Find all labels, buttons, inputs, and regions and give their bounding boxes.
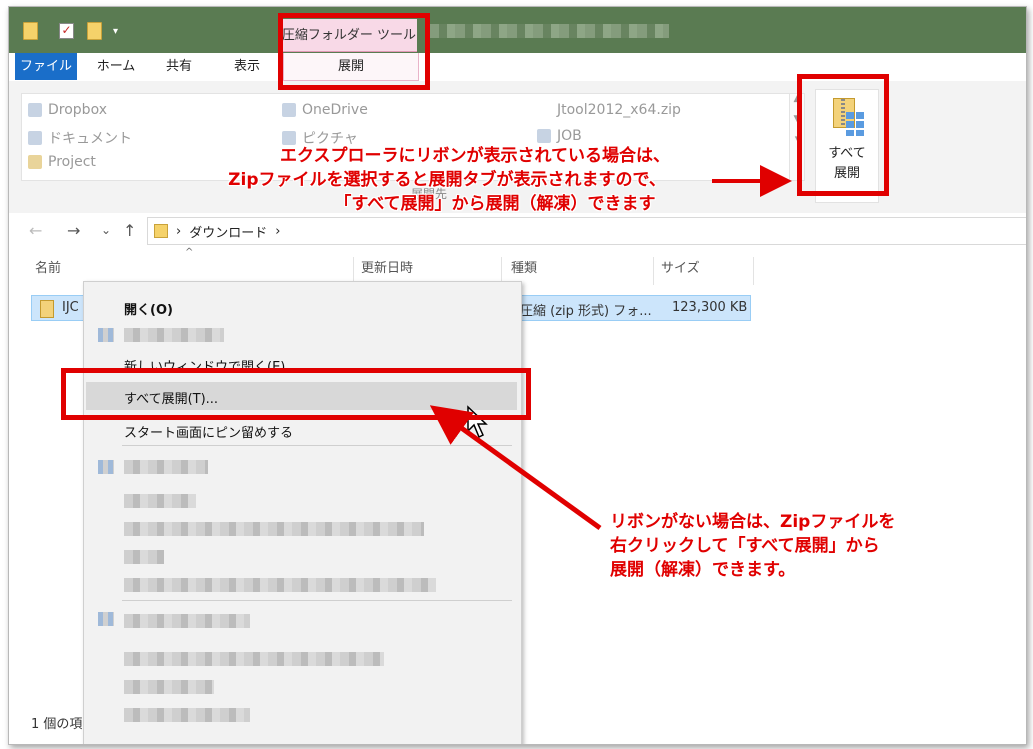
window-title-blurred xyxy=(429,24,669,38)
note-ribbon: エクスプローラにリボンが表示されている場合は、 Zipファイルを選択すると展開タ… xyxy=(228,146,670,214)
file-size: 123,300 KB xyxy=(672,300,748,315)
note-context-menu: リボンがない場合は、Zipファイルを 右クリックして「すべて展開」から 展開（解… xyxy=(610,512,896,580)
column-header-size[interactable]: サイズ xyxy=(661,257,700,283)
menu-separator xyxy=(122,445,512,446)
back-icon[interactable]: ← xyxy=(29,221,42,240)
zip-icon xyxy=(40,300,54,318)
sort-ascending-icon: ^ xyxy=(185,247,194,258)
blurred-menu-item[interactable] xyxy=(124,652,384,666)
status-bar-count: 1 個の項 xyxy=(31,717,83,732)
blurred-menu-item[interactable] xyxy=(124,550,164,564)
blurred-menu-item[interactable] xyxy=(124,680,214,694)
blurred-menu-item[interactable] xyxy=(124,494,196,508)
properties-check-icon[interactable]: ✓ xyxy=(59,21,74,41)
menu-separator xyxy=(122,600,512,601)
breadcrumb-separator[interactable]: › xyxy=(176,224,181,239)
folder-icon xyxy=(28,155,42,169)
column-header-name[interactable]: 名前 xyxy=(35,257,61,283)
gallery-item-job[interactable]: JOB xyxy=(537,128,582,144)
dropbox-icon xyxy=(28,103,42,117)
breadcrumb-separator[interactable]: › xyxy=(275,224,280,239)
highlight-extract-tab xyxy=(278,13,430,90)
menu-item-pin-start[interactable]: スタート画面にピン留めする xyxy=(124,422,293,441)
gallery-item-documents[interactable]: ドキュメント xyxy=(28,128,132,148)
blurred-menu-item[interactable] xyxy=(124,522,424,536)
blurred-menu-item[interactable] xyxy=(124,578,436,592)
title-bar: ✓ ▾ 圧縮フォルダー ツール xyxy=(9,7,1026,53)
file-type: 圧縮 (zip 形式) フォ... xyxy=(520,304,652,319)
column-header-type[interactable]: 種類 xyxy=(511,257,537,283)
blurred-icon xyxy=(98,328,114,342)
tab-home[interactable]: ホーム xyxy=(91,53,141,80)
tab-share[interactable]: 共有 xyxy=(159,53,199,80)
folder-icon xyxy=(537,129,551,143)
navigation-bar: ← → ⌄ ↑ › ダウンロード › xyxy=(9,213,1026,249)
gallery-item-onedrive[interactable]: OneDrive xyxy=(282,102,368,118)
folder-icon xyxy=(154,224,168,238)
gallery-item-jtool[interactable]: Jtool2012_x64.zip xyxy=(557,102,681,118)
blurred-menu-item[interactable] xyxy=(124,460,208,474)
blurred-menu-item[interactable] xyxy=(124,614,250,628)
blurred-icon xyxy=(98,460,114,474)
gallery-item-dropbox[interactable]: Dropbox xyxy=(28,102,107,118)
blurred-menu-item[interactable] xyxy=(124,328,224,342)
gallery-item-project[interactable]: Project xyxy=(28,154,96,170)
documents-icon xyxy=(28,131,42,145)
context-menu: 開く(O) 新しいウィンドウで開く(E) すべて展開(T)... スタート画面に… xyxy=(83,281,522,744)
quick-access-dropdown[interactable]: ▾ xyxy=(113,21,118,41)
tab-file[interactable]: ファイル xyxy=(15,53,77,80)
blurred-menu-item[interactable] xyxy=(124,708,250,722)
column-header-modified[interactable]: 更新日時 xyxy=(361,257,413,283)
breadcrumb-downloads[interactable]: ダウンロード xyxy=(189,222,267,241)
folder-icon[interactable] xyxy=(23,21,38,41)
pictures-icon xyxy=(282,131,296,145)
menu-item-open[interactable]: 開く(O) xyxy=(124,299,173,318)
forward-icon[interactable]: → xyxy=(67,221,80,240)
highlight-extract-all-menu xyxy=(61,368,531,420)
onedrive-icon xyxy=(282,103,296,117)
recent-locations-icon[interactable]: ⌄ xyxy=(101,223,111,237)
new-folder-icon[interactable] xyxy=(87,21,102,41)
highlight-extract-all-button xyxy=(797,74,889,196)
up-icon[interactable]: ↑ xyxy=(123,221,136,240)
tab-view[interactable]: 表示 xyxy=(227,53,267,80)
address-bar[interactable]: › ダウンロード › xyxy=(147,217,1026,245)
blurred-icon xyxy=(98,612,114,626)
file-name: IJC xyxy=(62,300,79,315)
